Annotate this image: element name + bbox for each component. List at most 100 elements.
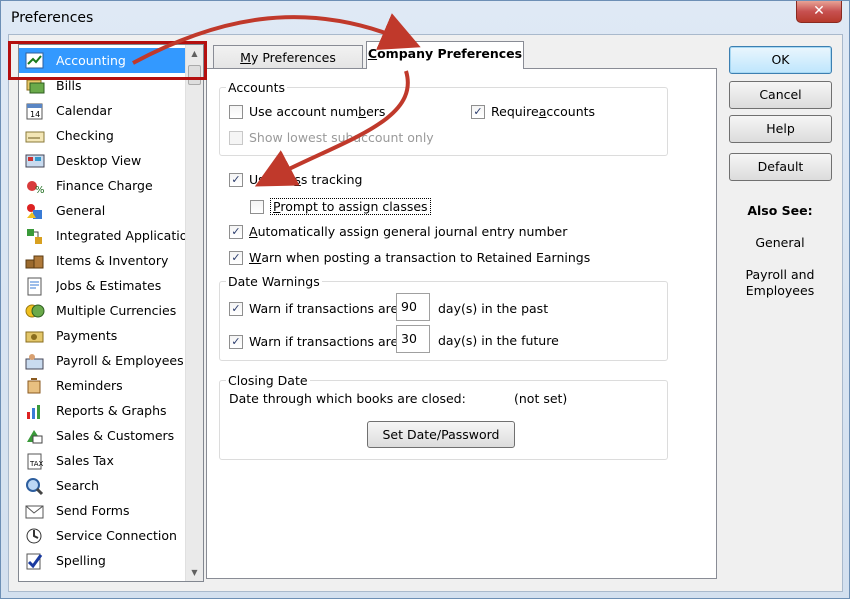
jobs-estimates-icon [24,276,46,296]
annotation-highlight-box [8,41,207,80]
sidebar-item-sales-customers[interactable]: Sales & Customers [19,423,185,448]
sidebar-item-send-forms[interactable]: Send Forms [19,498,185,523]
checkmark-icon[interactable]: ✓ [229,301,243,316]
sidebar-item-label: Reports & Graphs [56,403,167,418]
sidebar-item-multiple-currencies[interactable]: Multiple Currencies [19,298,185,323]
category-scrollbar[interactable]: ▲ ▼ [185,45,203,581]
sidebar-item-label: Bills [56,78,82,93]
sidebar-item-label: Multiple Currencies [56,303,177,318]
category-list: Accounting Bills 14 Calendar Checking Desktop… [18,44,204,582]
set-date-password-button[interactable]: Set Date/Password [367,421,515,448]
sidebar-item-label: Jobs & Estimates [56,278,162,293]
sidebar-item-checking[interactable]: Checking [19,123,185,148]
require-accounts-checkbox[interactable]: ✓ Require a ccounts [471,104,595,119]
close-button[interactable]: ✕ [796,1,842,23]
integrated-applications-icon [24,226,46,246]
desktop-view-icon [24,151,46,171]
sidebar-item-label: Sales Tax [56,453,114,468]
reports-graphs-icon [24,401,46,421]
preferences-window: Preferences ✕ Accounting Bills 14 Calendar C… [0,0,850,599]
accounts-group [219,87,668,156]
closing-date-title: Closing Date [226,373,310,388]
sidebar-item-calendar[interactable]: 14 Calendar [19,98,185,123]
payments-icon [24,326,46,346]
checkbox-box[interactable] [229,104,243,119]
past-days-suffix: day(s) in the past [438,301,549,316]
checkbox-box[interactable] [229,130,243,145]
warn-future-checkbox[interactable]: ✓ Warn if transactions are [229,334,398,349]
checkmark-icon[interactable]: ✓ [229,334,243,349]
dialog-client-area: Accounting Bills 14 Calendar Checking Desktop… [8,34,843,592]
sidebar-item-finance-charge[interactable]: % Finance Charge [19,173,185,198]
svg-text:%: % [35,185,45,196]
sidebar-item-label: Desktop View [56,153,142,168]
warn-past-checkbox[interactable]: ✓ Warn if transactions are [229,301,398,316]
tab-company-preferences[interactable]: Company Preferences [366,41,524,69]
checkmark-icon[interactable]: ✓ [229,224,243,239]
reminders-icon [24,376,46,396]
sidebar-item-desktop-view[interactable]: Desktop View [19,148,185,173]
sidebar-item-label: Sales & Customers [56,428,175,443]
sidebar-item-label: Integrated Application [56,228,185,243]
accounts-group-title: Accounts [226,80,287,95]
sidebar-item-label: Service Connection [56,528,177,543]
checkmark-icon[interactable]: ✓ [471,104,485,119]
sidebar-item-label: Checking [56,128,114,143]
warn-retained-earnings-checkbox[interactable]: ✓ Warn when posting a transaction to Ret… [229,250,590,265]
sidebar-item-jobs-estimates[interactable]: Jobs & Estimates [19,273,185,298]
send-forms-icon [24,501,46,521]
multiple-currencies-icon [24,301,46,321]
future-days-input[interactable]: 30 [396,325,430,353]
checking-icon [24,126,46,146]
past-days-input[interactable]: 90 [396,293,430,321]
sidebar-item-search[interactable]: Search [19,473,185,498]
checkmark-icon[interactable]: ✓ [229,172,243,187]
calendar-icon: 14 [24,101,46,121]
sidebar-item-payments[interactable]: Payments [19,323,185,348]
date-warnings-title: Date Warnings [226,274,322,289]
sidebar-item-reminders[interactable]: Reminders [19,373,185,398]
checkmark-icon[interactable]: ✓ [229,250,243,265]
items-inventory-icon [24,251,46,271]
scroll-down-arrow-icon[interactable]: ▼ [186,564,203,581]
closing-date-value: (not set) [514,391,568,406]
sidebar-item-payroll-employees[interactable]: Payroll & Employees [19,348,185,373]
sidebar-item-label: Calendar [56,103,113,118]
ok-button[interactable]: OK [729,46,832,74]
also-see-general-link[interactable]: General [720,235,840,250]
sidebar-item-label: General [56,203,106,218]
also-see-employees-link[interactable]: Employees [720,283,840,298]
use-class-tracking-checkbox[interactable]: ✓ Use cla s s tracking [229,172,363,187]
service-connection-icon [24,526,46,546]
sidebar-item-items-inventory[interactable]: Items & Inventory [19,248,185,273]
auto-assign-journal-checkbox[interactable]: ✓ Automatically assign general journal e… [229,224,567,239]
finance-charge-icon: % [24,176,46,196]
sidebar-item-label: Payroll & Employees [56,353,184,368]
sidebar-item-label: Search [56,478,99,493]
sidebar-item-label: Payments [56,328,118,343]
sidebar-item-general[interactable]: General [19,198,185,223]
search-icon [24,476,46,496]
sidebar-item-spelling[interactable]: Spelling [19,548,185,573]
help-button[interactable]: Help [729,115,832,143]
date-warnings-group [219,281,668,361]
title-bar: Preferences ✕ [1,1,849,35]
use-account-numbers-checkbox[interactable]: Use account num b ers [229,104,385,119]
sidebar-item-label: Spelling [56,553,106,568]
tab-my-preferences[interactable]: My Preferences [213,45,363,70]
prompt-assign-classes-checkbox[interactable]: Prompt to assign classes [250,198,431,215]
sidebar-item-sales-tax[interactable]: TAX Sales Tax [19,448,185,473]
default-button[interactable]: Default [729,153,832,181]
checkbox-box[interactable] [250,199,264,214]
sidebar-item-integrated-applications[interactable]: Integrated Application [19,223,185,248]
svg-text:14: 14 [30,110,40,119]
also-see-title: Also See: [747,203,813,218]
sidebar-item-label: Items & Inventory [56,253,169,268]
svg-text:TAX: TAX [29,460,44,468]
show-lowest-subaccount-checkbox[interactable]: Show lowest subaccount only [229,130,434,145]
sidebar-item-reports-graphs[interactable]: Reports & Graphs [19,398,185,423]
sidebar-item-service-connection[interactable]: Service Connection [19,523,185,548]
future-days-suffix: day(s) in the future [438,333,559,348]
cancel-button[interactable]: Cancel [729,81,832,109]
also-see-payroll-link[interactable]: Payroll and [720,267,840,282]
